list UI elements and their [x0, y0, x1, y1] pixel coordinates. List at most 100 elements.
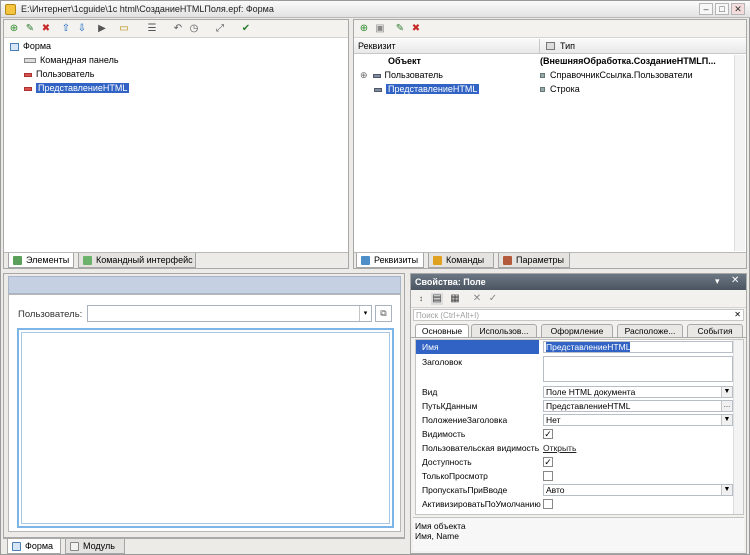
elements-pane: ⊕ ✎ ✖ ⇧ ⇩ ▶ ▭ ☰ ↶ ◷ ⤢ ✔ Форма Командная … [3, 19, 349, 269]
description-title: Имя объекта [415, 521, 466, 531]
prop-row-name[interactable]: Имя ПредставлениеHTML [416, 340, 743, 354]
wizard-icon[interactable]: ◷ [188, 23, 200, 35]
dropdown-icon[interactable]: ▼ [721, 387, 732, 397]
ptab-appearance[interactable]: Оформление [541, 324, 613, 337]
edit-icon[interactable]: ✎ [24, 23, 36, 35]
move-up-icon[interactable]: ⇧ [60, 23, 72, 35]
attribute-row-user[interactable]: ⊕ Пользователь [360, 70, 443, 83]
prop-row-skip-on-input[interactable]: ПропускатьПриВводе Авто ▼ [416, 483, 743, 497]
tab-attributes[interactable]: Реквизиты [356, 253, 424, 268]
readonly-checkbox[interactable] [543, 471, 553, 481]
attribute-type-html: Строка [540, 84, 580, 97]
add-icon[interactable]: ⊕ [8, 23, 20, 35]
apply-icon[interactable]: ✓ [487, 293, 499, 305]
ellipsis-icon[interactable]: … [721, 401, 732, 411]
html-document-inner [21, 332, 390, 524]
ptab-layout[interactable]: Расположе... [617, 324, 683, 337]
bottom-tabbar: Форма Модуль [3, 538, 405, 554]
properties-search-input[interactable]: Поиск (Ctrl+Alt+I) ✕ [413, 309, 744, 321]
designer-window: E:\Интернет\1cguide\1c html\СозданиеHTML… [0, 0, 750, 555]
ptab-events[interactable]: События [687, 324, 743, 337]
attribute-icon [372, 73, 381, 78]
minimize-button[interactable]: – [699, 3, 713, 15]
pin-icon[interactable]: ▾ [715, 276, 720, 287]
prop-row-enabled[interactable]: Доступность ✓ [416, 455, 743, 469]
kind-select[interactable]: Поле HTML документа ▼ [543, 386, 733, 398]
tab-command-interface[interactable]: Командный интерфейс [78, 253, 196, 268]
attribute-row-object[interactable]: Объект [388, 56, 421, 69]
expand-plus-icon[interactable]: ⊕ [360, 70, 370, 81]
tree-item-command-bar[interactable]: Командная панель [24, 55, 119, 68]
close-properties-icon[interactable]: ✕ [731, 275, 739, 286]
tree-item-form[interactable]: Форма [10, 41, 51, 54]
tab-commands[interactable]: Команды [428, 253, 494, 268]
dropdown-icon[interactable]: ▼ [721, 415, 732, 425]
prop-row-datapath[interactable]: ПутьКДанным ПредставлениеHTML… [416, 399, 743, 413]
title-location-select[interactable]: Нет ▼ [543, 414, 733, 426]
user-input[interactable]: ▾ [87, 305, 372, 322]
properties-title: Свойства: Поле [415, 277, 486, 287]
sort-az-icon[interactable]: ↕ [415, 293, 427, 305]
prop-row-kind[interactable]: Вид Поле HTML документа ▼ [416, 385, 743, 399]
delete-attribute-icon[interactable]: ✖ [410, 23, 422, 35]
expand-icon[interactable]: ⤢ [214, 23, 226, 35]
attribute-icon [374, 87, 382, 92]
undo-icon[interactable]: ↶ [172, 23, 184, 35]
attribute-type-object: (ВнешняяОбработка.СозданиеHTMLП... [540, 56, 716, 66]
search-clear-icon[interactable]: ✕ [734, 310, 741, 319]
datapath-input[interactable]: ПредставлениеHTML… [543, 400, 733, 412]
clear-icon[interactable]: ✕ [471, 293, 483, 305]
properties-scrollbar[interactable] [733, 340, 743, 514]
attribute-row-html[interactable]: ПредставлениеHTML [374, 84, 480, 97]
title-input[interactable] [543, 356, 733, 382]
prop-row-user-visibility[interactable]: Пользовательская видимость Открыть [416, 441, 743, 455]
tab-elements[interactable]: Элементы [8, 253, 74, 268]
default-activate-checkbox[interactable] [543, 499, 553, 509]
enabled-checkbox[interactable]: ✓ [543, 457, 553, 467]
copy-icon[interactable]: ▣ [374, 23, 386, 35]
properties-toolbar: ↕ ▤ ▦ ✕ ✓ [411, 290, 746, 308]
parameters-tab-icon [503, 256, 512, 265]
tab-parameters[interactable]: Параметры [498, 253, 570, 268]
filter-icon[interactable]: ▦ [449, 293, 461, 305]
prop-row-title[interactable]: Заголовок [416, 355, 743, 383]
type-icon [540, 73, 545, 79]
ptab-usage[interactable]: Использов... [471, 324, 537, 337]
delete-icon[interactable]: ✖ [40, 23, 52, 35]
prop-row-title-location[interactable]: ПоложениеЗаголовка Нет ▼ [416, 413, 743, 427]
tab-form[interactable]: Форма [7, 539, 61, 554]
field-icon [24, 86, 32, 91]
tree-item-html-field[interactable]: ПредставлениеHTML [24, 83, 130, 96]
prop-row-visible[interactable]: Видимость ✓ [416, 427, 743, 441]
layout-icon[interactable]: ☰ [146, 23, 158, 35]
check-icon[interactable]: ✔ [240, 23, 252, 35]
categories-icon[interactable]: ▤ [431, 293, 443, 305]
right-tabbar: Реквизиты Команды Параметры [354, 252, 746, 268]
dropdown-icon[interactable]: ▼ [721, 485, 732, 495]
run-icon[interactable]: ▶ [96, 23, 108, 35]
column-header-type[interactable]: Тип [540, 39, 746, 54]
tab-module[interactable]: Модуль [65, 539, 125, 554]
column-header-attribute[interactable]: Реквизит [354, 39, 540, 54]
properties-pane: Свойства: Поле ▾ ✕ ↕ ▤ ▦ ✕ ✓ Поиск (Ctrl… [410, 273, 747, 554]
maximize-button[interactable]: □ [715, 3, 729, 15]
skip-on-input-select[interactable]: Авто ▼ [543, 484, 733, 496]
search-placeholder: Поиск (Ctrl+Alt+I) [416, 311, 480, 320]
close-button[interactable]: ✕ [731, 3, 745, 15]
tree-item-user[interactable]: Пользователь [24, 69, 94, 82]
attributes-scrollbar[interactable] [734, 55, 745, 251]
prop-row-default-activate[interactable]: АктивизироватьПоУмолчанию [416, 497, 743, 511]
open-link[interactable]: Открыть [543, 443, 576, 453]
move-down-icon[interactable]: ⇩ [76, 23, 88, 35]
attributes-toolbar: ⊕ ▣ ✎ ✖ [354, 20, 746, 38]
name-input[interactable]: ПредставлениеHTML [543, 341, 733, 353]
visible-checkbox[interactable]: ✓ [543, 429, 553, 439]
group-icon[interactable]: ▭ [118, 23, 130, 35]
prop-row-readonly[interactable]: ТолькоПросмотр [416, 469, 743, 483]
add-attribute-icon[interactable]: ⊕ [358, 23, 370, 35]
open-form-icon[interactable]: ⧉ [375, 305, 392, 322]
html-document-field[interactable] [17, 328, 394, 528]
dropdown-icon[interactable]: ▾ [359, 306, 371, 321]
ptab-main[interactable]: Основные [415, 324, 469, 337]
edit-attribute-icon[interactable]: ✎ [394, 23, 406, 35]
